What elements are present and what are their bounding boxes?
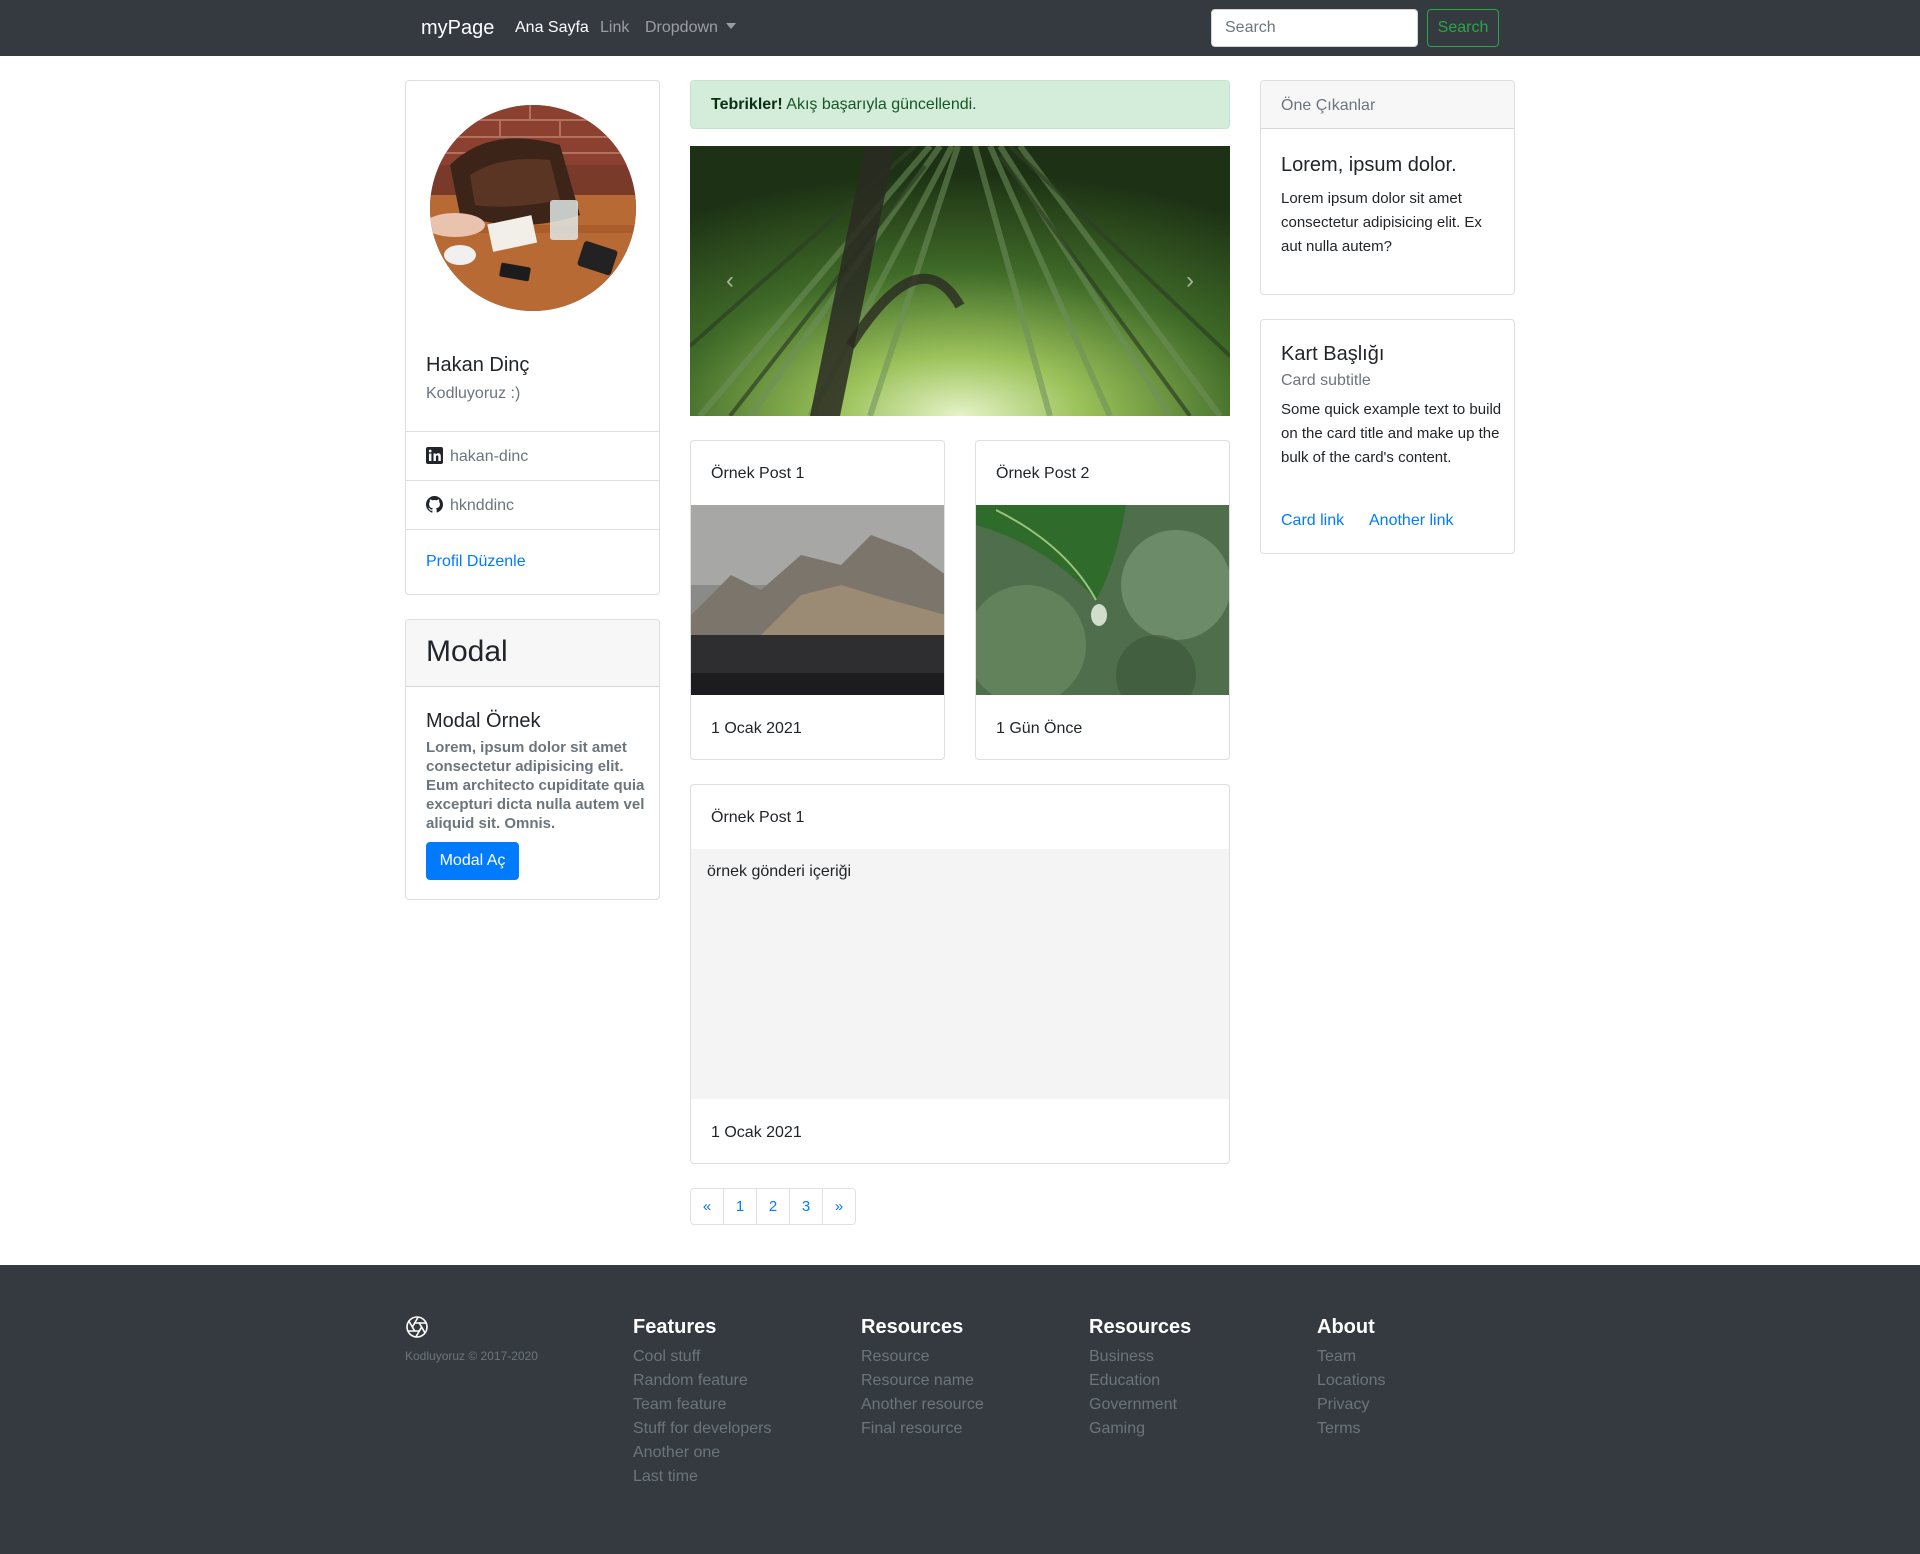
card-link[interactable]: Card link — [1281, 512, 1344, 530]
post-date: 1 Gün Önce — [996, 720, 1083, 737]
footer-link[interactable]: Random feature — [633, 1369, 771, 1393]
success-alert: Tebrikler! Akış başarıyla güncellendi. — [690, 80, 1230, 129]
modal-card-title: Modal Örnek — [426, 710, 541, 732]
image-carousel[interactable]: ‹ › — [690, 146, 1230, 416]
footer-col-resources: Resources Resource Resource name Another… — [861, 1315, 984, 1441]
footer-link[interactable]: Team feature — [633, 1393, 771, 1417]
footer-link[interactable]: Another one — [633, 1441, 771, 1465]
featured-card: Öne Çıkanlar Lorem, ipsum dolor. Lorem i… — [1260, 80, 1515, 295]
page-2[interactable]: 2 — [756, 1188, 790, 1225]
post-body: örnek gönderi içeriği — [691, 849, 1229, 1099]
post-body-text: örnek gönderi içeriği — [707, 863, 852, 880]
post-card: Örnek Post 2 1 Gün Önce — [975, 440, 1230, 760]
footer-link[interactable]: Terms — [1317, 1417, 1386, 1441]
kart-text: Some quick example text to build on the … — [1281, 401, 1502, 466]
post-date: 1 Ocak 2021 — [711, 1124, 802, 1141]
footer-copyright: Kodluyoruz © 2017-2020 — [405, 1349, 538, 1363]
linkedin-handle: hakan-dinc — [450, 448, 529, 465]
footer-col-title: About — [1317, 1316, 1375, 1338]
footer-link[interactable]: Final resource — [861, 1417, 984, 1441]
featured-text: Lorem ipsum dolor sit amet consectetur a… — [1281, 190, 1482, 255]
footer-link[interactable]: Resource name — [861, 1369, 984, 1393]
chevron-right-icon[interactable]: › — [1180, 268, 1200, 294]
aperture-logo-icon[interactable] — [405, 1315, 429, 1339]
page-1[interactable]: 1 — [723, 1188, 757, 1225]
open-modal-button[interactable]: Modal Aç — [426, 842, 519, 880]
page-3[interactable]: 3 — [789, 1188, 823, 1225]
kart-subtitle: Card subtitle — [1281, 372, 1371, 389]
search-input[interactable] — [1211, 9, 1418, 47]
profile-subtitle: Kodluyoruz :) — [426, 385, 521, 402]
modal-card-text: Lorem, ipsum dolor sit amet consectetur … — [426, 739, 645, 832]
another-link[interactable]: Another link — [1369, 512, 1454, 530]
edit-profile-link[interactable]: Profil Düzenle — [426, 553, 526, 571]
footer-col-title: Resources — [1089, 1316, 1192, 1338]
search-button[interactable]: Search — [1427, 9, 1499, 47]
page-next[interactable]: » — [822, 1188, 856, 1225]
footer-link[interactable]: Business — [1089, 1345, 1191, 1369]
post-title: Örnek Post 2 — [996, 465, 1090, 482]
page-prev[interactable]: « — [690, 1188, 724, 1225]
footer-col-title: Features — [633, 1316, 717, 1338]
github-icon — [426, 496, 443, 513]
featured-title: Lorem, ipsum dolor. — [1281, 154, 1457, 176]
footer-col-features: Features Cool stuff Random feature Team … — [633, 1315, 771, 1489]
post-card-wide: Örnek Post 1 örnek gönderi içeriği 1 Oca… — [690, 784, 1230, 1164]
post-title: Örnek Post 1 — [711, 809, 805, 826]
pagination: « 1 2 3 » — [690, 1188, 856, 1225]
caret-down-icon — [725, 23, 736, 29]
post-card: Örnek Post 1 1 Ocak 2021 — [690, 440, 945, 760]
profile-card: Hakan Dinç Kodluyoruz :) hakan-dinc hknd… — [405, 80, 660, 595]
navbar: myPage Ana Sayfa Link Dropdown Search — [0, 0, 1920, 56]
alert-text: Akış başarıyla güncellendi. — [786, 96, 977, 113]
forest-image — [690, 146, 1230, 416]
post-title: Örnek Post 1 — [711, 465, 805, 482]
kart-card: Kart Başlığı Card subtitle Some quick ex… — [1260, 319, 1515, 554]
post-date: 1 Ocak 2021 — [711, 720, 802, 737]
footer-link[interactable]: Privacy — [1317, 1393, 1386, 1417]
footer-link[interactable]: Cool stuff — [633, 1345, 771, 1369]
modal-card-heading: Modal — [426, 635, 508, 668]
nav-home[interactable]: Ana Sayfa — [515, 18, 589, 38]
linkedin-icon — [426, 447, 443, 464]
footer-link[interactable]: Team — [1317, 1345, 1386, 1369]
nav-dropdown-label: Dropdown — [645, 19, 718, 36]
profile-name: Hakan Dinç — [426, 354, 530, 376]
footer-col-title: Resources — [861, 1316, 964, 1338]
kart-title: Kart Başlığı — [1281, 343, 1385, 365]
footer-link[interactable]: Education — [1089, 1369, 1191, 1393]
footer-col-about: About Team Locations Privacy Terms — [1317, 1315, 1386, 1441]
footer: Kodluyoruz © 2017-2020 Features Cool stu… — [0, 1265, 1920, 1554]
chevron-left-icon[interactable]: ‹ — [720, 268, 740, 294]
nav-dropdown[interactable]: Dropdown — [645, 18, 736, 38]
footer-link[interactable]: Last time — [633, 1465, 771, 1489]
footer-col-resources-2: Resources Business Education Government … — [1089, 1315, 1191, 1441]
post-image — [691, 505, 944, 695]
footer-link[interactable]: Stuff for developers — [633, 1417, 771, 1441]
footer-link[interactable]: Locations — [1317, 1369, 1386, 1393]
github-row[interactable]: hknddinc — [406, 480, 659, 529]
footer-link[interactable]: Resource — [861, 1345, 984, 1369]
brand-logo[interactable]: myPage — [421, 16, 494, 40]
footer-link[interactable]: Another resource — [861, 1393, 984, 1417]
linkedin-row[interactable]: hakan-dinc — [406, 431, 659, 480]
github-handle: hknddinc — [450, 497, 515, 514]
featured-header-label: Öne Çıkanlar — [1281, 97, 1376, 114]
edit-profile-row: Profil Düzenle — [406, 529, 659, 594]
avatar — [430, 105, 636, 311]
alert-strong: Tebrikler! — [711, 96, 783, 113]
footer-link[interactable]: Gaming — [1089, 1417, 1191, 1441]
featured-header: Öne Çıkanlar — [1261, 81, 1514, 129]
footer-link[interactable]: Government — [1089, 1393, 1191, 1417]
modal-card: Modal Modal Örnek Lorem, ipsum dolor sit… — [405, 619, 660, 900]
nav-link[interactable]: Link — [600, 18, 629, 38]
post-image — [976, 505, 1229, 695]
modal-card-header: Modal — [406, 620, 659, 687]
